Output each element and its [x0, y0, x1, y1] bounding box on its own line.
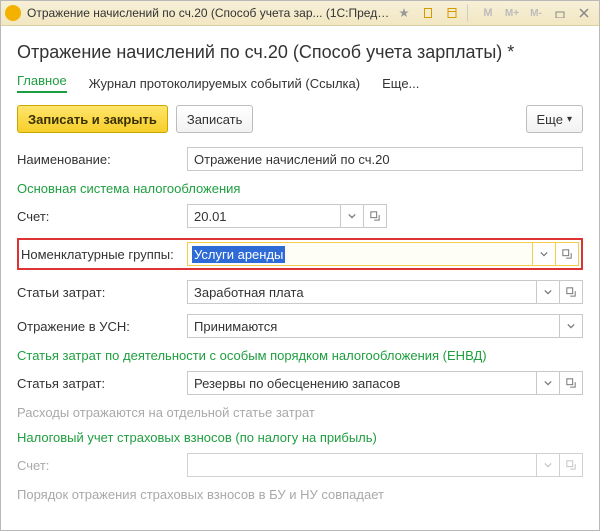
field-name: [187, 147, 583, 171]
field-ins-account: [187, 453, 583, 477]
account-dropdown-icon[interactable]: [341, 204, 364, 228]
input-name[interactable]: [187, 147, 583, 171]
tab-main[interactable]: Главное: [17, 73, 67, 93]
save-close-button[interactable]: Записать и закрыть: [17, 105, 168, 133]
label-ins-account: Счет:: [17, 458, 187, 473]
row-envd-cost: Статья затрат:: [17, 371, 583, 395]
row-usn: Отражение в УСН:: [17, 314, 583, 338]
tab-bar: Главное Журнал протоколируемых событий (…: [17, 73, 583, 93]
minimize-icon[interactable]: [549, 4, 571, 22]
titlebar-m-icon[interactable]: M: [477, 4, 499, 22]
input-nomgroup[interactable]: Услуги аренды: [187, 242, 533, 266]
section-insurance: Налоговый учет страховых взносов (по нал…: [17, 430, 583, 445]
more-button[interactable]: Еще ▾: [526, 105, 583, 133]
field-usn: [187, 314, 583, 338]
titlebar-sep-icon: [467, 4, 475, 22]
page-title: Отражение начислений по сч.20 (Способ уч…: [17, 42, 583, 63]
field-envd-cost: [187, 371, 583, 395]
section-tax: Основная система налогообложения: [17, 181, 583, 196]
title-bar: Отражение начислений по сч.20 (Способ уч…: [1, 1, 599, 26]
content-area: Отражение начислений по сч.20 (Способ уч…: [1, 26, 599, 530]
cost-items-open-icon[interactable]: [560, 280, 583, 304]
nomgroup-selected-value: Услуги аренды: [192, 246, 285, 263]
toolbar: Записать и закрыть Записать Еще ▾: [17, 105, 583, 133]
app-icon: [5, 5, 21, 21]
label-name: Наименование:: [17, 152, 187, 167]
cost-items-dropdown-icon[interactable]: [537, 280, 560, 304]
close-icon[interactable]: [573, 4, 595, 22]
input-account[interactable]: [187, 204, 341, 228]
label-account: Счет:: [17, 209, 187, 224]
row-account: Счет:: [17, 204, 583, 228]
label-envd-cost: Статья затрат:: [17, 376, 187, 391]
field-nomgroup: Услуги аренды: [187, 242, 579, 266]
input-ins-account: [187, 453, 537, 477]
nomgroup-dropdown-icon[interactable]: [533, 242, 556, 266]
titlebar-mplus-icon[interactable]: M+: [501, 4, 523, 22]
titlebar-attach-icon[interactable]: [417, 4, 439, 22]
save-button[interactable]: Записать: [176, 105, 254, 133]
row-cost-items: Статьи затрат:: [17, 280, 583, 304]
row-ins-account: Счет:: [17, 453, 583, 477]
input-usn[interactable]: [187, 314, 560, 338]
ins-account-open-icon: [560, 453, 583, 477]
window-title: Отражение начислений по сч.20 (Способ уч…: [27, 6, 391, 20]
section-envd: Статья затрат по деятельности с особым п…: [17, 348, 583, 363]
tab-log[interactable]: Журнал протоколируемых событий (Ссылка): [89, 76, 360, 91]
input-envd-cost[interactable]: [187, 371, 537, 395]
row-nomgroup: Номенклатурные группы: Услуги аренды: [21, 242, 579, 266]
label-usn: Отражение в УСН:: [17, 319, 187, 334]
envd-hint: Расходы отражаются на отдельной статье з…: [17, 405, 583, 420]
app-window: Отражение начислений по сч.20 (Способ уч…: [0, 0, 600, 531]
account-open-icon[interactable]: [364, 204, 387, 228]
field-cost-items: [187, 280, 583, 304]
titlebar-favorite-icon[interactable]: [393, 4, 415, 22]
more-button-label: Еще: [537, 112, 563, 127]
highlight-nomgroup: Номенклатурные группы: Услуги аренды: [17, 238, 583, 270]
row-name: Наименование:: [17, 147, 583, 171]
tab-more[interactable]: Еще...: [382, 76, 419, 91]
envd-cost-dropdown-icon[interactable]: [537, 371, 560, 395]
label-cost-items: Статьи затрат:: [17, 285, 187, 300]
titlebar-calc-icon[interactable]: [441, 4, 463, 22]
ins-account-dropdown-icon: [537, 453, 560, 477]
bottom-hint: Порядок отражения страховых взносов в БУ…: [17, 487, 583, 502]
input-cost-items[interactable]: [187, 280, 537, 304]
envd-cost-open-icon[interactable]: [560, 371, 583, 395]
nomgroup-open-icon[interactable]: [556, 242, 579, 266]
label-nomgroup: Номенклатурные группы:: [21, 247, 187, 262]
titlebar-mminus-icon[interactable]: M-: [525, 4, 547, 22]
chevron-down-icon: ▾: [567, 114, 572, 125]
usn-dropdown-icon[interactable]: [560, 314, 583, 338]
field-account: [187, 204, 387, 228]
